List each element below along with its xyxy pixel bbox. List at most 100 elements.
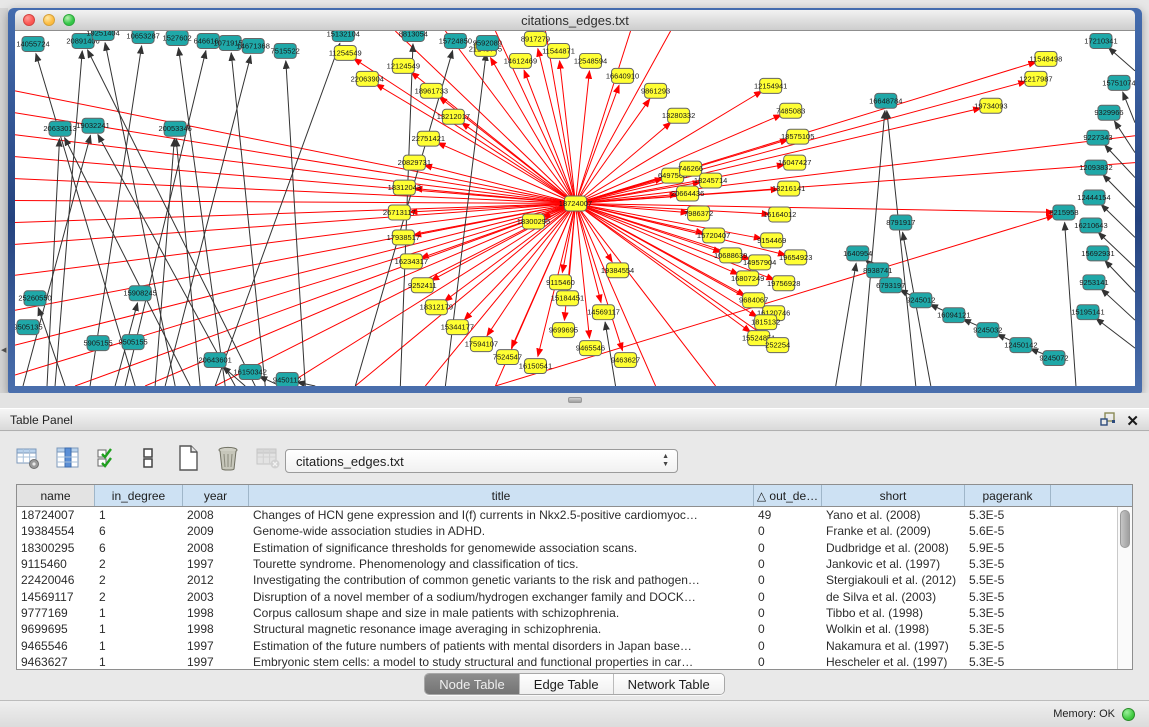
cell-title[interactable]: Corpus callosum shape and size in male p…	[249, 605, 754, 621]
cell-out_degree[interactable]: 0	[754, 588, 822, 604]
cell-in_degree[interactable]: 1	[95, 621, 183, 637]
graph-node[interactable]: 20664436	[671, 186, 704, 201]
graph-node[interactable]: 12124549	[387, 58, 420, 73]
cell-short[interactable]: de Silva et al. (2003)	[822, 588, 965, 604]
cell-in_degree[interactable]: 2	[95, 556, 183, 572]
graph-node[interactable]: 14612469	[504, 53, 537, 68]
cell-title[interactable]: Disruption of a novel member of a sodium…	[249, 588, 754, 604]
cell-in_degree[interactable]: 2	[95, 588, 183, 604]
graph-node[interactable]: 1527602	[163, 31, 192, 45]
cell-pagerank[interactable]: 5.6E-5	[965, 523, 1051, 539]
table-row[interactable]: 1830029562008Estimation of significance …	[17, 540, 1117, 556]
graph-node[interactable]: 22063904	[351, 71, 384, 86]
graph-node[interactable]: 16150541	[519, 359, 552, 374]
cell-year[interactable]: 1998	[183, 621, 249, 637]
graph-node[interactable]: 16234317	[395, 254, 428, 269]
table-row[interactable]: 1938455462009Genome-wide association stu…	[17, 523, 1117, 539]
cell-year[interactable]: 2009	[183, 523, 249, 539]
cell-in_degree[interactable]: 1	[95, 507, 183, 523]
destroy-table-icon-disabled[interactable]	[254, 444, 282, 472]
cell-out_degree[interactable]: 0	[754, 637, 822, 653]
graph-node[interactable]: 9699695	[549, 323, 578, 338]
graph-node[interactable]: 16648784	[869, 93, 902, 108]
graph-node[interactable]: 9505135	[15, 320, 43, 335]
graph-node[interactable]: 12548594	[574, 53, 607, 68]
graph-node[interactable]: 18575105	[781, 129, 814, 144]
table-selector-dropdown[interactable]: citations_edges.txt ▲▼	[285, 449, 678, 473]
graph-node[interactable]: 20633013	[43, 121, 76, 136]
cell-short[interactable]: Wolkin et al. (1998)	[822, 621, 965, 637]
graph-node[interactable]: 9245072	[1039, 351, 1068, 366]
cell-out_degree[interactable]: 0	[754, 605, 822, 621]
graph-node[interactable]: 25260550	[18, 291, 51, 306]
cell-out_degree[interactable]: 0	[754, 621, 822, 637]
cell-year[interactable]: 2012	[183, 572, 249, 588]
graph-node[interactable]: 7524547	[493, 350, 522, 365]
graph-node[interactable]: 10653287	[126, 31, 159, 43]
graph-node[interactable]: 15132104	[327, 31, 360, 41]
graph-node[interactable]: 9684067	[739, 293, 768, 308]
table-row[interactable]: 911546021997Tourette syndrome. Phenomeno…	[17, 556, 1117, 572]
cell-title[interactable]: Structural magnetic resonance image aver…	[249, 621, 754, 637]
graph-node[interactable]: 8813054	[399, 31, 428, 41]
graph-node[interactable]: 16047427	[778, 155, 811, 170]
table-row[interactable]: 2242004622012Investigating the contribut…	[17, 572, 1117, 588]
cell-year[interactable]: 1997	[183, 654, 249, 669]
graph-node[interactable]: 12093832	[1079, 160, 1112, 175]
graph-node[interactable]: 5905155	[83, 336, 112, 351]
graph-node[interactable]: 9463627	[611, 353, 640, 368]
cell-pagerank[interactable]: 5.3E-5	[965, 621, 1051, 637]
cell-pagerank[interactable]: 5.3E-5	[965, 637, 1051, 653]
graph-node[interactable]: 17594107	[465, 337, 498, 352]
cell-title[interactable]: Genome-wide association studies in ADHD.	[249, 523, 754, 539]
cell-in_degree[interactable]: 6	[95, 523, 183, 539]
graph-node[interactable]: 7485083	[776, 103, 805, 118]
table-settings-icon[interactable]	[14, 444, 42, 472]
graph-node[interactable]: 11254549	[329, 45, 362, 60]
table-row[interactable]: 946362711997Embryonic stem cells: a mode…	[17, 654, 1117, 669]
cell-name[interactable]: 14569117	[17, 588, 95, 604]
graph-node[interactable]: 12154941	[754, 78, 787, 93]
graph-node[interactable]: 18312043	[388, 180, 421, 195]
cell-year[interactable]: 1998	[183, 605, 249, 621]
network-canvas[interactable]: 1872400718300295193845549115460151844511…	[15, 31, 1135, 386]
cell-name[interactable]: 19384554	[17, 523, 95, 539]
tab-network-table[interactable]: Network Table	[614, 674, 724, 694]
graph-node[interactable]: 19756928	[767, 276, 800, 291]
column-header-title[interactable]: title	[249, 485, 754, 506]
cell-year[interactable]: 2008	[183, 540, 249, 556]
graph-node[interactable]: 9154469	[757, 233, 786, 248]
graph-node[interactable]: 8917279	[521, 31, 550, 46]
scrollbar-thumb[interactable]	[1120, 510, 1130, 548]
cell-year[interactable]: 1997	[183, 637, 249, 653]
float-panel-icon[interactable]	[1100, 412, 1116, 432]
graph-node[interactable]: 7986372	[684, 206, 713, 221]
cell-name[interactable]: 9777169	[17, 605, 95, 621]
cell-pagerank[interactable]: 5.5E-5	[965, 572, 1051, 588]
column-header-name[interactable]: name	[17, 485, 95, 506]
graph-node[interactable]: 17210341	[1084, 33, 1117, 48]
cell-pagerank[interactable]: 5.3E-5	[965, 654, 1051, 669]
graph-node[interactable]: 9227343	[1083, 130, 1112, 145]
graph-node[interactable]: 15692931	[1081, 246, 1114, 261]
cell-pagerank[interactable]: 5.3E-5	[965, 556, 1051, 572]
graph-node[interactable]: 20053346	[158, 121, 191, 136]
graph-node[interactable]: 14671368	[237, 38, 270, 53]
cell-title[interactable]: Changes of HCN gene expression and I(f) …	[249, 507, 754, 523]
graph-node[interactable]: 6793197	[876, 278, 905, 293]
cell-short[interactable]: Hescheler et al. (1997)	[822, 654, 965, 669]
panel-collapse-arrow-icon[interactable]: ◀	[1, 346, 6, 354]
graph-node[interactable]: 15751074	[1102, 75, 1135, 90]
graph-node[interactable]: 9253141	[1079, 275, 1108, 290]
cell-out_degree[interactable]: 0	[754, 556, 822, 572]
table-row[interactable]: 1456911722003Disruption of a novel membe…	[17, 588, 1117, 604]
cell-pagerank[interactable]: 5.3E-5	[965, 507, 1051, 523]
cell-year[interactable]: 2003	[183, 588, 249, 604]
graph-node[interactable]: 7515522	[271, 43, 300, 58]
cell-name[interactable]: 9465546	[17, 637, 95, 653]
table-row[interactable]: 946554611997Estimation of the future num…	[17, 637, 1117, 653]
graph-node[interactable]: 9450112	[273, 373, 302, 386]
graph-node[interactable]: 17938517	[387, 230, 420, 245]
cell-in_degree[interactable]: 1	[95, 637, 183, 653]
splitter-grip-icon[interactable]	[568, 397, 582, 403]
